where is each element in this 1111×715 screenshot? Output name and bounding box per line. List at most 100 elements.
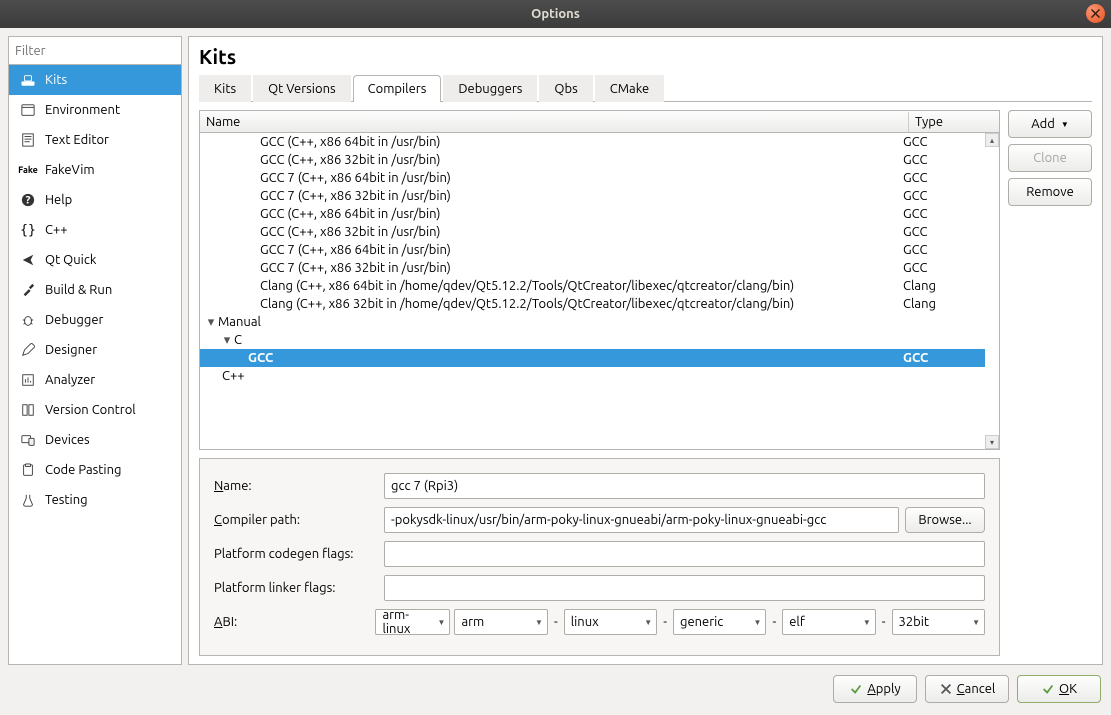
- tree-row-type: GCC: [903, 225, 985, 239]
- panel-title: Kits: [199, 45, 1092, 68]
- tree-row-name: ▾Manual: [200, 315, 903, 330]
- tab-cmake[interactable]: CMake: [595, 75, 664, 102]
- cancel-button[interactable]: Cancel: [925, 675, 1009, 703]
- tab-label: Qbs: [554, 82, 577, 96]
- sidebar-item-analyzer[interactable]: Analyzer: [9, 365, 181, 395]
- tree-row-name: Clang (C++, x86 64bit in /home/qdev/Qt5.…: [200, 279, 903, 293]
- sidebar-item-label: Analyzer: [45, 373, 95, 387]
- apply-button[interactable]: Apply: [833, 675, 917, 703]
- tab-qbs[interactable]: Qbs: [539, 75, 592, 102]
- chevron-down-icon: ▼: [438, 618, 446, 627]
- tree-row-type: GCC: [903, 153, 985, 167]
- sidebar-item-code-pasting[interactable]: Code Pasting: [9, 455, 181, 485]
- remove-button[interactable]: Remove: [1008, 178, 1092, 206]
- chevron-down-icon: ▼: [863, 618, 871, 627]
- tree-row[interactable]: C++: [200, 367, 985, 385]
- compiler-path-input[interactable]: [384, 507, 899, 533]
- sidebar-item-version-control[interactable]: Version Control: [9, 395, 181, 425]
- name-input[interactable]: [384, 473, 985, 499]
- tree-row[interactable]: GCC 7 (C++, x86 32bit in /usr/bin)GCC: [200, 259, 985, 277]
- linker-input[interactable]: [384, 575, 985, 601]
- tree-row-name: GCC (C++, x86 32bit in /usr/bin): [200, 153, 903, 167]
- column-name[interactable]: Name: [200, 112, 909, 132]
- abi-arch-select[interactable]: arm-linux▼: [375, 609, 450, 635]
- codegen-input[interactable]: [384, 541, 985, 567]
- tree-row[interactable]: GCC 7 (C++, x86 32bit in /usr/bin)GCC: [200, 187, 985, 205]
- sidebar-item-designer[interactable]: Designer: [9, 335, 181, 365]
- sidebar-item-testing[interactable]: Testing: [9, 485, 181, 515]
- tab-debuggers[interactable]: Debuggers: [443, 75, 537, 102]
- tree-row[interactable]: GCC (C++, x86 32bit in /usr/bin)GCC: [200, 223, 985, 241]
- tree-row-type: GCC: [903, 261, 985, 275]
- tree-row-type: GCC: [903, 207, 985, 221]
- name-label: Name:: [214, 479, 384, 493]
- tree-row[interactable]: GCC (C++, x86 32bit in /usr/bin)GCC: [200, 151, 985, 169]
- abi-label: ABI:: [214, 615, 371, 629]
- tree-row-name: GCC 7 (C++, x86 32bit in /usr/bin): [200, 261, 903, 275]
- tree-row[interactable]: ▾C: [200, 331, 985, 349]
- sidebar-item-kits[interactable]: Kits: [9, 65, 181, 95]
- chevron-down-icon: ▼: [1061, 120, 1069, 129]
- tree-row[interactable]: GCC 7 (C++, x86 64bit in /usr/bin)GCC: [200, 241, 985, 259]
- expander-icon[interactable]: ▾: [222, 333, 232, 348]
- sidebar-item-label: Code Pasting: [45, 463, 121, 477]
- kits-icon: [19, 71, 37, 89]
- tree-header: Name Type: [200, 111, 999, 133]
- x-icon: [939, 682, 953, 696]
- ok-button[interactable]: OK: [1017, 675, 1101, 703]
- close-button[interactable]: [1086, 4, 1105, 23]
- braces-icon: {}: [19, 221, 37, 239]
- sidebar-item-label: Devices: [45, 433, 90, 447]
- compiler-detail-panel: Name: Compiler path: Browse... Platform …: [199, 458, 1000, 656]
- sidebar-item-label: FakeVim: [45, 163, 95, 177]
- sidebar-item-devices[interactable]: Devices: [9, 425, 181, 455]
- tree-row[interactable]: GCC 7 (C++, x86 64bit in /usr/bin)GCC: [200, 169, 985, 187]
- tree-row[interactable]: GCC (C++, x86 64bit in /usr/bin)GCC: [200, 205, 985, 223]
- sidebar-item-fakevim[interactable]: Fake FakeVim: [9, 155, 181, 185]
- sidebar-item-text-editor[interactable]: Text Editor: [9, 125, 181, 155]
- tree-row[interactable]: ▾Manual: [200, 313, 985, 331]
- svg-text:?: ?: [26, 194, 31, 207]
- clone-button[interactable]: Clone: [1008, 144, 1092, 172]
- browse-button[interactable]: Browse...: [905, 507, 985, 533]
- sidebar-item-debugger[interactable]: Debugger: [9, 305, 181, 335]
- abi-a4-select[interactable]: elf▼: [782, 609, 876, 635]
- sidebar-item-cpp[interactable]: {} C++: [9, 215, 181, 245]
- scroll-down-button[interactable]: ▾: [985, 435, 999, 449]
- expander-icon[interactable]: ▾: [206, 315, 216, 330]
- tab-compilers[interactable]: Compilers: [353, 75, 442, 102]
- tree-body[interactable]: ▴ ▾ GCC (C++, x86 64bit in /usr/bin)GCCG…: [200, 133, 999, 449]
- tree-row-type: GCC: [903, 243, 985, 257]
- dialog-button-bar: Apply Cancel OK: [8, 671, 1103, 707]
- filter-input[interactable]: [9, 37, 181, 65]
- tab-label: Qt Versions: [268, 82, 336, 96]
- tab-kits[interactable]: Kits: [199, 75, 251, 102]
- abi-a1-select[interactable]: arm▼: [454, 609, 548, 635]
- tabs-bar: Kits Qt Versions Compilers Debuggers Qbs…: [199, 74, 1092, 102]
- sidebar-item-help[interactable]: ? Help: [9, 185, 181, 215]
- column-type[interactable]: Type: [909, 112, 999, 132]
- abi-a5-select[interactable]: 32bit▼: [892, 609, 986, 635]
- close-icon: [1091, 9, 1100, 18]
- add-button[interactable]: Add▼: [1008, 110, 1092, 138]
- tree-row[interactable]: Clang (C++, x86 32bit in /home/qdev/Qt5.…: [200, 295, 985, 313]
- tree-row-type: GCC: [903, 135, 985, 149]
- sidebar-item-build-run[interactable]: Build & Run: [9, 275, 181, 305]
- sidebar-item-environment[interactable]: Environment: [9, 95, 181, 125]
- check-icon: [1041, 682, 1055, 696]
- scroll-up-button[interactable]: ▴: [985, 133, 999, 147]
- tree-row-name: ▾C: [200, 333, 903, 348]
- chevron-down-icon: ▼: [754, 618, 762, 627]
- tab-label: Kits: [214, 82, 236, 96]
- field-name: Name:: [214, 473, 985, 499]
- tree-row[interactable]: GCCGCC: [200, 349, 985, 367]
- abi-a3-select[interactable]: generic▼: [673, 609, 767, 635]
- tree-row[interactable]: GCC (C++, x86 64bit in /usr/bin)GCC: [200, 133, 985, 151]
- bug-icon: [19, 311, 37, 329]
- sidebar-item-label: Help: [45, 193, 72, 207]
- abi-a2-select[interactable]: linux▼: [564, 609, 658, 635]
- tab-qt-versions[interactable]: Qt Versions: [253, 75, 351, 102]
- tree-row[interactable]: Clang (C++, x86 64bit in /home/qdev/Qt5.…: [200, 277, 985, 295]
- sidebar-item-qtquick[interactable]: Qt Quick: [9, 245, 181, 275]
- field-codegen: Platform codegen flags:: [214, 541, 985, 567]
